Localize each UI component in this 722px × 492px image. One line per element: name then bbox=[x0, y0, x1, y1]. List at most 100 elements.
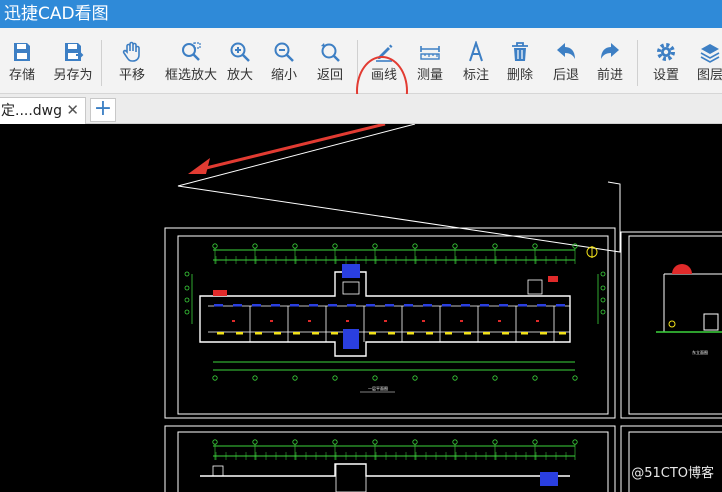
window-mark bbox=[445, 332, 452, 335]
axis-bubble bbox=[532, 243, 538, 249]
axis-bubble bbox=[212, 243, 218, 249]
zoom-out-label: 缩小 bbox=[270, 68, 297, 83]
window-mark bbox=[480, 304, 489, 307]
axis-bubble bbox=[292, 243, 298, 249]
room-outline bbox=[212, 465, 224, 477]
window-mark bbox=[518, 304, 527, 307]
save-as-label: 另存为 bbox=[53, 68, 93, 83]
zoom-window-icon bbox=[180, 41, 202, 63]
annotate-label: 标注 bbox=[462, 68, 489, 83]
zoom-previous-icon bbox=[319, 41, 341, 63]
redo-button[interactable]: 前进 bbox=[590, 28, 630, 94]
settings-label: 设置 bbox=[652, 68, 679, 83]
axis-bubble bbox=[600, 297, 606, 303]
window-mark bbox=[461, 304, 470, 307]
cad-viewer-window: 迅捷CAD看图 存储 另存为 平移 框选放大 放大 缩小 返回 画线 测量 标注… bbox=[0, 0, 722, 492]
room-label-mark bbox=[346, 320, 349, 322]
save-label: 存储 bbox=[8, 68, 35, 83]
layers-icon bbox=[699, 41, 721, 63]
measure-button[interactable]: 测量 bbox=[410, 28, 450, 94]
annotate-button[interactable]: 标注 bbox=[456, 28, 496, 94]
zoom-out-icon bbox=[273, 41, 295, 63]
room-label-mark bbox=[308, 320, 311, 322]
axis-bubble bbox=[492, 375, 498, 381]
window-mark bbox=[312, 332, 319, 335]
axis-bubble bbox=[600, 309, 606, 315]
axis-bubble bbox=[332, 439, 338, 445]
window-mark bbox=[559, 332, 566, 335]
measure-label: 测量 bbox=[416, 68, 443, 83]
axis-bubble bbox=[252, 375, 258, 381]
axis-bubble bbox=[572, 375, 578, 381]
window-mark bbox=[483, 332, 490, 335]
pan-button[interactable]: 平移 bbox=[112, 28, 152, 94]
axis-bubble bbox=[600, 271, 606, 277]
new-tab-button[interactable]: + bbox=[90, 98, 116, 122]
close-icon[interactable]: ✕ bbox=[66, 101, 79, 119]
room-label-mark bbox=[270, 320, 273, 322]
zoom-back-label: 返回 bbox=[316, 68, 343, 83]
sheet-2-inner-frame bbox=[628, 235, 722, 415]
layers-label: 图层 bbox=[696, 68, 722, 83]
axis-bubble bbox=[332, 243, 338, 249]
window-mark bbox=[499, 304, 508, 307]
zoom-in-button[interactable]: 放大 bbox=[222, 28, 258, 94]
undo-button[interactable]: 后退 bbox=[546, 28, 586, 94]
window-mark bbox=[271, 304, 280, 307]
red-arrow-head bbox=[188, 158, 210, 174]
sheet-2-outer-frame bbox=[620, 231, 722, 419]
window-mark bbox=[369, 332, 376, 335]
axis-bubble bbox=[452, 375, 458, 381]
settings-button[interactable]: 设置 bbox=[646, 28, 686, 94]
pan-label: 平移 bbox=[118, 68, 145, 83]
undo-arrow-icon bbox=[555, 41, 577, 63]
zoom-in-label: 放大 bbox=[226, 68, 253, 83]
axis-bubble bbox=[372, 243, 378, 249]
window-mark bbox=[540, 332, 547, 335]
zoom-out-button[interactable]: 缩小 bbox=[266, 28, 302, 94]
axis-bubble bbox=[252, 243, 258, 249]
delete-button[interactable]: 删除 bbox=[500, 28, 540, 94]
axis-bubble bbox=[212, 439, 218, 445]
toilet-room bbox=[527, 279, 543, 295]
ruler-icon bbox=[419, 41, 441, 63]
floor-plan-title: 一层平面图 bbox=[368, 385, 388, 391]
document-tab[interactable]: 定....dwg ✕ bbox=[0, 97, 86, 124]
axis-bubble bbox=[184, 271, 190, 277]
sheet-1-outer-frame bbox=[164, 227, 616, 419]
building-outline bbox=[200, 463, 570, 477]
window-mark bbox=[252, 304, 261, 307]
drawing-canvas[interactable]: 一层平面图 东立面图 @51CTO博客 bbox=[0, 124, 722, 492]
zoom-window-button[interactable]: 框选放大 bbox=[163, 28, 219, 94]
window-mark bbox=[309, 304, 318, 307]
axis-bubble bbox=[292, 375, 298, 381]
zoom-back-button[interactable]: 返回 bbox=[310, 28, 350, 94]
undo-label: 后退 bbox=[552, 68, 579, 83]
window-mark bbox=[404, 304, 413, 307]
save-as-icon bbox=[62, 41, 84, 63]
save-as-button[interactable]: 另存为 bbox=[50, 28, 96, 94]
toolbar-separator bbox=[637, 40, 638, 86]
redo-arrow-icon bbox=[599, 41, 621, 63]
room-label-mark bbox=[536, 320, 539, 322]
toolbar: 存储 另存为 平移 框选放大 放大 缩小 返回 画线 测量 标注 删除 后退 前… bbox=[0, 28, 722, 126]
window-mark bbox=[347, 304, 356, 307]
save-button[interactable]: 存储 bbox=[2, 28, 42, 94]
stair-core bbox=[342, 264, 360, 278]
axis-bubble bbox=[412, 243, 418, 249]
window-mark bbox=[442, 304, 451, 307]
axis-bubble bbox=[184, 285, 190, 291]
axis-bubble bbox=[532, 375, 538, 381]
window-mark bbox=[366, 304, 375, 307]
axis-bubble bbox=[532, 439, 538, 445]
app-title: 迅捷CAD看图 bbox=[4, 4, 109, 24]
window-mark bbox=[423, 304, 432, 307]
trash-icon bbox=[509, 41, 531, 63]
window-mark bbox=[290, 304, 299, 307]
red-arrow-shaft bbox=[197, 124, 386, 172]
axis-bubble bbox=[184, 309, 190, 315]
layers-button[interactable]: 图层 bbox=[690, 28, 722, 94]
window-mark bbox=[464, 332, 471, 335]
window-mark bbox=[274, 332, 281, 335]
window-mark bbox=[236, 332, 243, 335]
